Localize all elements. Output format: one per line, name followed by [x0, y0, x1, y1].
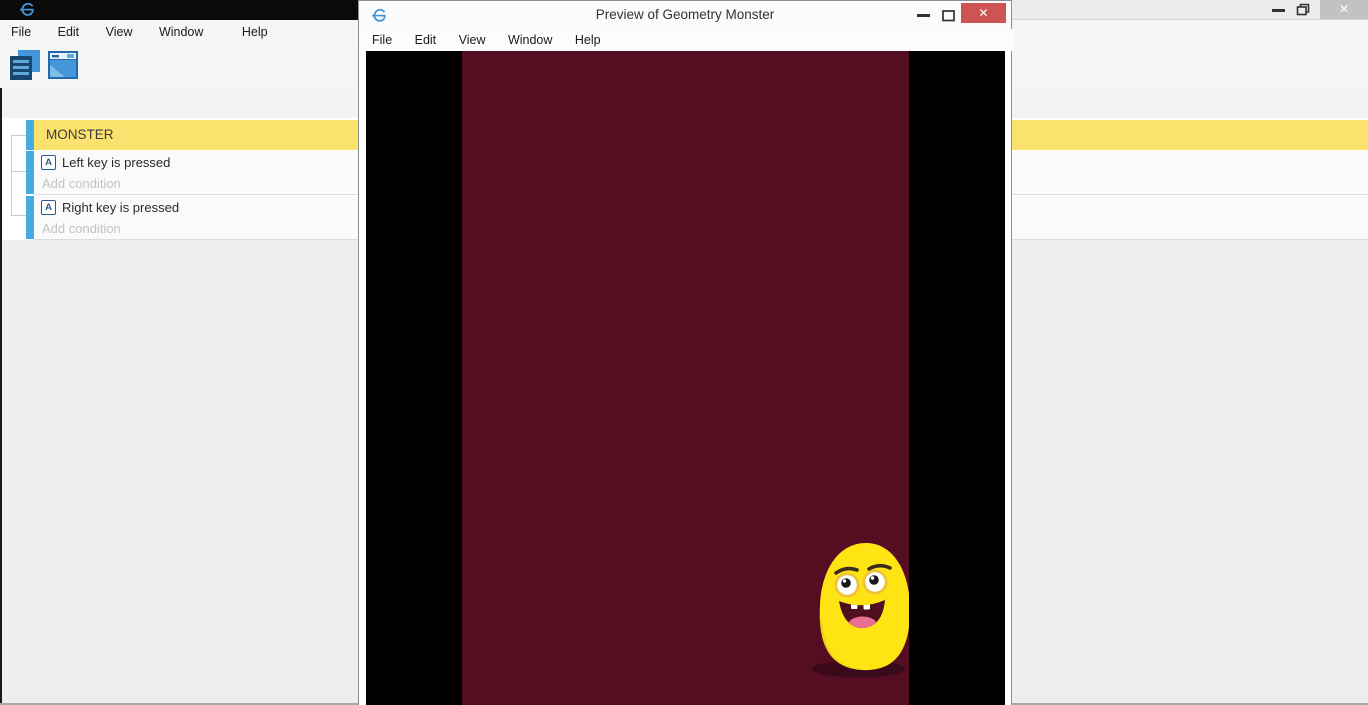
scene-editor-icon[interactable]	[48, 51, 79, 85]
preview-menu-help[interactable]: Help	[566, 29, 610, 51]
menu-edit[interactable]: Edit	[47, 20, 91, 44]
event-group-bar[interactable]	[26, 120, 34, 150]
yellow-monster-character	[810, 539, 909, 684]
menu-help[interactable]: Help	[231, 20, 279, 44]
gdevelop-app: ✕ File Edit View Window Help	[0, 0, 1368, 705]
preview-menubar: File Edit View Window Help	[359, 29, 1015, 51]
event-condition-text: Right key is pressed	[62, 200, 179, 215]
preview-close-button[interactable]: ✕	[961, 3, 1006, 23]
event-condition-text: Left key is pressed	[62, 155, 170, 170]
preview-minimize-button[interactable]	[917, 14, 930, 17]
event-tree-line	[11, 215, 26, 216]
preview-menu-file[interactable]: File	[363, 29, 401, 51]
main-titlebar-left-dark	[0, 0, 360, 20]
menu-window[interactable]: Window	[148, 20, 214, 44]
events-sheet-icon[interactable]	[10, 50, 41, 87]
event-tree-line	[11, 135, 26, 136]
event-tree-line	[11, 135, 12, 216]
keyboard-key-icon: A	[41, 155, 56, 170]
preview-window-title: Preview of Geometry Monster	[359, 1, 1011, 29]
preview-menu-edit[interactable]: Edit	[406, 29, 446, 51]
event-bar[interactable]	[26, 151, 34, 194]
events-panel-left-edge	[0, 88, 2, 703]
preview-menu-window[interactable]: Window	[499, 29, 561, 51]
preview-menu-view[interactable]: View	[450, 29, 495, 51]
app-logo-icon	[19, 2, 35, 22]
game-viewport[interactable]	[366, 51, 1005, 705]
event-tree-line	[11, 171, 26, 172]
event-group-label: MONSTER	[46, 127, 114, 142]
keyboard-key-icon: A	[41, 200, 56, 215]
preview-window: Preview of Geometry Monster ✕ File Edit …	[358, 0, 1012, 705]
game-stage	[462, 51, 909, 705]
preview-maximize-button[interactable]	[942, 9, 956, 27]
preview-titlebar[interactable]: Preview of Geometry Monster ✕	[359, 1, 1011, 29]
menu-file[interactable]: File	[0, 20, 42, 44]
menu-view[interactable]: View	[95, 20, 144, 44]
main-minimize-button[interactable]	[1272, 9, 1285, 12]
main-close-button[interactable]: ✕	[1320, 0, 1368, 19]
event-bar[interactable]	[26, 196, 34, 239]
